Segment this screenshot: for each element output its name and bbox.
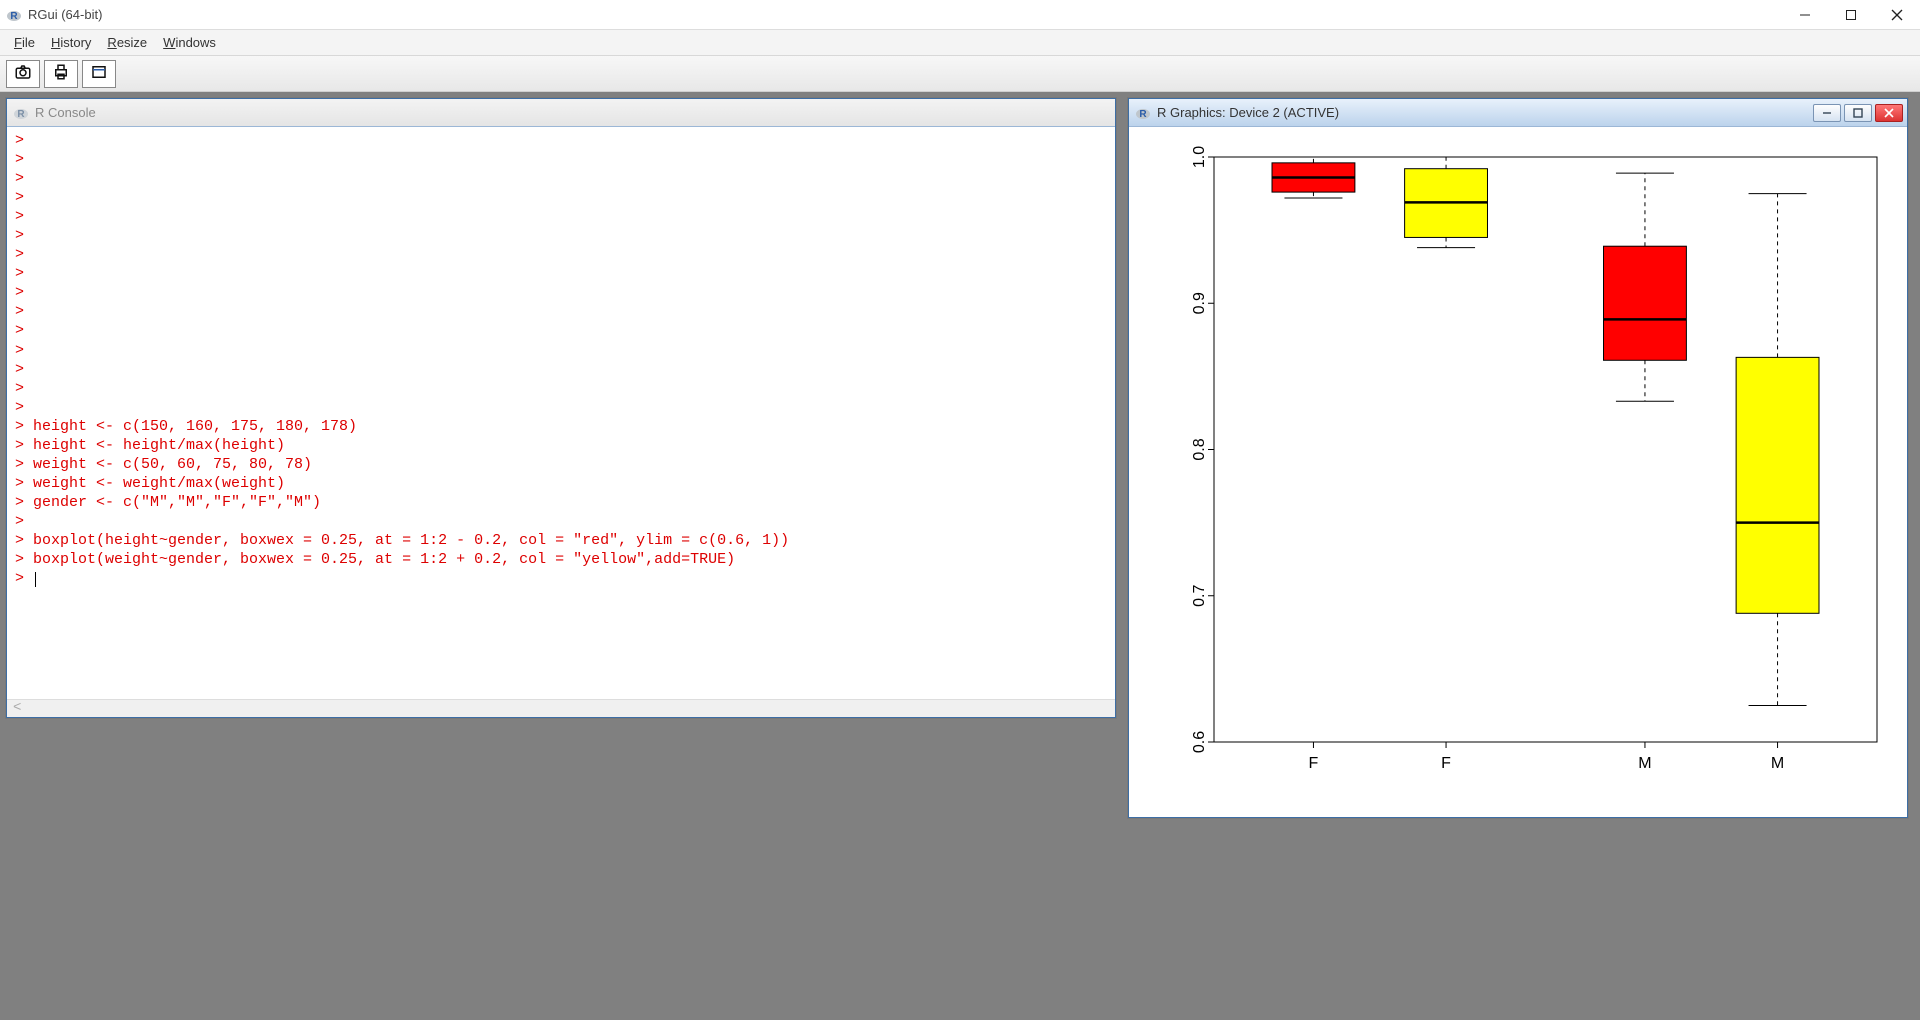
window-icon xyxy=(90,63,108,84)
toolbar xyxy=(0,56,1920,92)
console-body[interactable]: > > > > > > > > > > > > > > > > height <… xyxy=(7,127,1115,699)
window-controls xyxy=(1782,0,1920,30)
app-title: RGui (64-bit) xyxy=(28,7,102,22)
menu-file[interactable]: File xyxy=(8,33,41,52)
x-tick-label: M xyxy=(1771,755,1784,772)
console-status: < xyxy=(7,699,1115,717)
x-tick-label: F xyxy=(1309,755,1319,772)
plot-area: 0.6 0.7 0.8 0.9 1.0 F F M M xyxy=(1129,127,1907,817)
y-tick-label: 0.8 xyxy=(1191,438,1208,460)
y-tick-label: 1.0 xyxy=(1191,146,1208,168)
window-button[interactable] xyxy=(82,60,116,88)
close-button[interactable] xyxy=(1874,0,1920,30)
titlebar: R RGui (64-bit) xyxy=(0,0,1920,30)
y-tick-label: 0.7 xyxy=(1191,585,1208,607)
r-logo-icon: R xyxy=(13,105,29,121)
r-logo-icon: R xyxy=(6,7,22,23)
graphics-minimize-button[interactable] xyxy=(1813,104,1841,122)
x-tick-label: M xyxy=(1638,755,1651,772)
menubar: FileHistoryResizeWindows xyxy=(0,30,1920,56)
menu-resize[interactable]: Resize xyxy=(101,33,153,52)
graphics-window-controls xyxy=(1813,104,1903,122)
printer-button[interactable] xyxy=(44,60,78,88)
console-window[interactable]: R R Console > > > > > > > > > > > > > > … xyxy=(6,98,1116,718)
minimize-button[interactable] xyxy=(1782,0,1828,30)
main-window: R RGui (64-bit) FileHistoryResizeWindows… xyxy=(0,0,1920,1020)
text-cursor xyxy=(35,572,36,587)
y-tick-label: 0.9 xyxy=(1191,292,1208,314)
menu-windows[interactable]: Windows xyxy=(157,33,222,52)
graphics-close-button[interactable] xyxy=(1875,104,1903,122)
graphics-titlebar[interactable]: R R Graphics: Device 2 (ACTIVE) xyxy=(1129,99,1907,127)
console-title: R Console xyxy=(35,105,96,120)
svg-text:R: R xyxy=(1139,109,1147,120)
boxplot-chart: 0.6 0.7 0.8 0.9 1.0 F F M M xyxy=(1129,127,1907,817)
console-titlebar[interactable]: R R Console xyxy=(7,99,1115,127)
menu-history[interactable]: History xyxy=(45,33,97,52)
svg-text:R: R xyxy=(17,109,25,120)
graphics-title: R Graphics: Device 2 (ACTIVE) xyxy=(1157,105,1339,120)
r-logo-icon: R xyxy=(1135,105,1151,121)
x-tick-label: F xyxy=(1441,755,1451,772)
camera-icon xyxy=(14,63,32,84)
svg-text:R: R xyxy=(10,11,18,22)
mdi-area: R R Console > > > > > > > > > > > > > > … xyxy=(0,92,1920,1020)
graphics-window[interactable]: R R Graphics: Device 2 (ACTIVE) 0.6 0.7 xyxy=(1128,98,1908,818)
camera-button[interactable] xyxy=(6,60,40,88)
y-tick-label: 0.6 xyxy=(1191,731,1208,753)
printer-icon xyxy=(52,63,70,84)
graphics-maximize-button[interactable] xyxy=(1844,104,1872,122)
maximize-button[interactable] xyxy=(1828,0,1874,30)
